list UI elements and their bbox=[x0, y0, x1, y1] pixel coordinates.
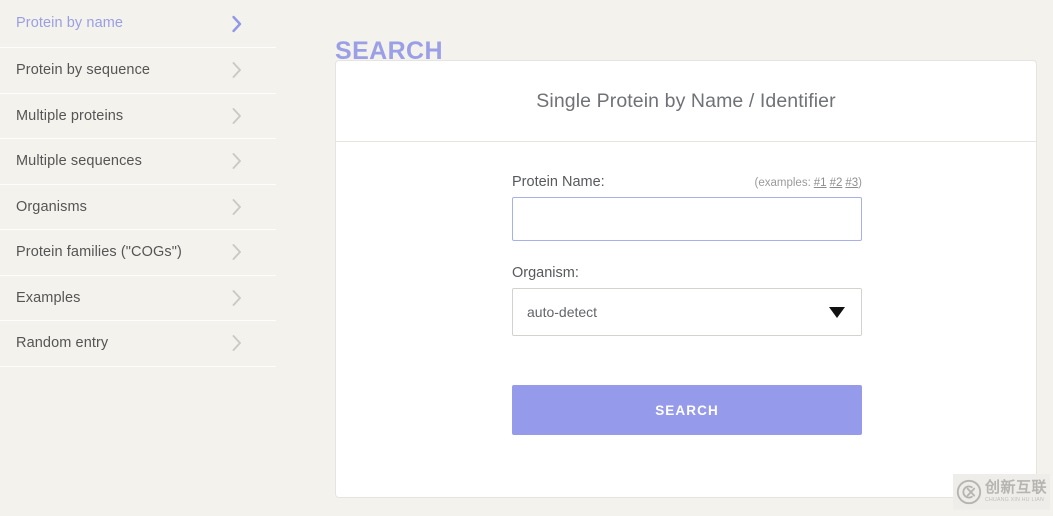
sidebar-item-examples[interactable]: Examples bbox=[0, 276, 276, 321]
chevron-right-icon bbox=[231, 334, 243, 352]
search-card-title: Single Protein by Name / Identifier bbox=[536, 89, 836, 112]
example-link-3[interactable]: #3 bbox=[845, 177, 858, 189]
watermark-chinese: 创新互联 bbox=[985, 478, 1048, 497]
app-root: Protein by name Protein by sequence Mult… bbox=[0, 0, 1053, 516]
sidebar-item-organisms[interactable]: Organisms bbox=[0, 185, 276, 230]
watermark: 创新互联 CHUANG XIN HU LIAN bbox=[953, 474, 1050, 510]
chevron-right-icon bbox=[231, 15, 243, 33]
sidebar-item-label: Protein families ("COGs") bbox=[16, 244, 182, 260]
organism-select-wrap: auto-detect bbox=[512, 288, 862, 336]
sidebar-item-label: Examples bbox=[16, 289, 81, 306]
triangle-down-icon bbox=[829, 306, 845, 318]
chevron-right-icon bbox=[231, 243, 243, 261]
example-link-1[interactable]: #1 bbox=[814, 177, 827, 189]
sidebar-item-label: Protein by name bbox=[16, 15, 124, 32]
sidebar-item-protein-families[interactable]: Protein families ("COGs") bbox=[0, 230, 276, 276]
example-link-2[interactable]: #2 bbox=[830, 177, 843, 189]
chevron-right-icon bbox=[231, 198, 243, 216]
chevron-right-icon bbox=[231, 289, 243, 307]
main-content: SEARCH Single Protein by Name / Identifi… bbox=[300, 0, 1053, 516]
organism-label: Organism: bbox=[512, 265, 579, 281]
organism-select[interactable]: auto-detect bbox=[512, 288, 862, 336]
sidebar-item-multiple-sequences[interactable]: Multiple sequences bbox=[0, 139, 276, 185]
examples-hint: (examples: #1 #2 #3) bbox=[755, 177, 862, 189]
sidebar-item-random-entry[interactable]: Random entry bbox=[0, 321, 276, 367]
sidebar-nav-list: Protein by name Protein by sequence Mult… bbox=[0, 0, 300, 367]
sidebar-item-protein-by-name[interactable]: Protein by name bbox=[0, 0, 276, 48]
sidebar-item-protein-by-sequence[interactable]: Protein by sequence bbox=[0, 48, 276, 94]
chevron-right-icon bbox=[231, 152, 243, 170]
organism-selected-value: auto-detect bbox=[527, 304, 598, 320]
sidebar-item-label: Organisms bbox=[16, 198, 87, 215]
sidebar: Protein by name Protein by sequence Mult… bbox=[0, 0, 300, 516]
search-form: Protein Name: (examples: #1 #2 #3) Organism… bbox=[512, 174, 862, 336]
search-submit-button[interactable]: SEARCH bbox=[512, 385, 862, 435]
sidebar-item-multiple-proteins[interactable]: Multiple proteins bbox=[0, 94, 276, 139]
protein-name-row: Protein Name: (examples: #1 #2 #3) bbox=[512, 174, 862, 190]
search-card-header: Single Protein by Name / Identifier bbox=[336, 61, 1036, 142]
protein-name-input[interactable] bbox=[512, 197, 862, 241]
chevron-right-icon bbox=[231, 61, 243, 79]
sidebar-item-label: Protein by sequence bbox=[16, 62, 151, 78]
watermark-text: 创新互联 CHUANG XIN HU LIAN bbox=[985, 480, 1047, 503]
sidebar-item-label: Random entry bbox=[16, 335, 109, 351]
cx-circle-logo-icon bbox=[956, 479, 982, 505]
examples-prefix: (examples: bbox=[754, 177, 811, 189]
chevron-right-icon bbox=[231, 107, 243, 125]
sidebar-item-label: Multiple sequences bbox=[16, 153, 142, 169]
examples-suffix: ) bbox=[858, 177, 862, 189]
search-card: Single Protein by Name / Identifier Prot… bbox=[335, 60, 1037, 498]
protein-name-label: Protein Name: bbox=[512, 174, 605, 190]
watermark-pinyin: CHUANG XIN HU LIAN bbox=[985, 497, 1044, 504]
sidebar-item-label: Multiple proteins bbox=[16, 107, 124, 124]
